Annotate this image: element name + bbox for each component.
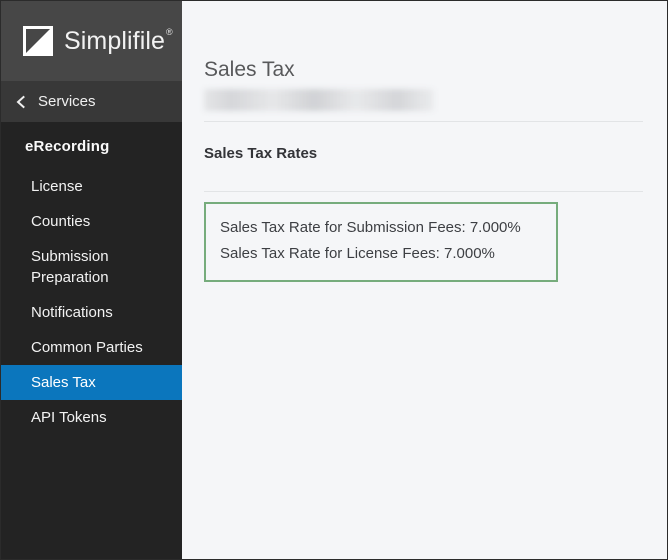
sidebar-item-api-tokens[interactable]: API Tokens <box>1 400 182 435</box>
registered-trademark-icon: ® <box>166 27 173 38</box>
brand-name: Simplifile® <box>64 26 173 56</box>
page-title: Sales Tax <box>204 58 295 81</box>
back-to-services-button[interactable]: Services <box>1 81 182 122</box>
account-subtitle-redacted <box>204 89 434 111</box>
sidebar-item-sales-tax[interactable]: Sales Tax <box>1 365 182 400</box>
section-divider <box>204 191 643 192</box>
back-to-services-label: Services <box>38 93 96 110</box>
app-window: Simplifile® Services eRecording License … <box>0 0 668 560</box>
section-title-sales-tax-rates: Sales Tax Rates <box>204 145 318 162</box>
sidebar-item-notifications[interactable]: Notifications <box>1 295 182 330</box>
sidebar-item-submission-preparation[interactable]: Submission Preparation <box>1 239 182 295</box>
sales-tax-rates-box: Sales Tax Rate for Submission Fees: 7.00… <box>204 202 558 282</box>
sidebar-nav: eRecording License Counties Submission P… <box>1 122 182 435</box>
brand-header: Simplifile® <box>1 1 182 81</box>
simplifile-triangle-logo-icon <box>23 26 53 56</box>
brand-name-text: Simplifile <box>64 26 166 55</box>
main-content: Sales Tax Sales Tax Rates Sales Tax Rate… <box>182 1 667 559</box>
sidebar-item-common-parties[interactable]: Common Parties <box>1 330 182 365</box>
chevron-left-icon <box>14 95 28 109</box>
sidebar-item-counties[interactable]: Counties <box>1 204 182 239</box>
rate-submission-fees: Sales Tax Rate for Submission Fees: 7.00… <box>220 219 521 236</box>
rate-license-fees: Sales Tax Rate for License Fees: 7.000% <box>220 245 495 262</box>
sidebar-item-license[interactable]: License <box>1 169 182 204</box>
sidebar-section-erecording: eRecording <box>25 138 110 155</box>
sidebar: Simplifile® Services eRecording License … <box>1 1 182 559</box>
